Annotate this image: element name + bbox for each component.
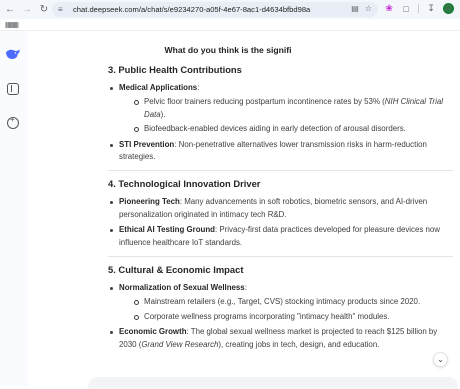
- bookmarks-bar: ▦▦: [0, 19, 460, 31]
- section-list: Normalization of Sexual Wellness: Mainst…: [108, 282, 453, 351]
- list-item: STI Prevention: Non-penetrative alternat…: [108, 139, 453, 164]
- profile-initial: R: [445, 3, 452, 14]
- section-list: Medical Applications: Pelvic floor train…: [108, 82, 453, 163]
- translate-icon[interactable]: ▤: [351, 4, 359, 13]
- sub-list-item: Biofeedback-enabled devices aiding in ea…: [119, 123, 453, 135]
- chevron-down-icon: ⌄: [437, 355, 444, 364]
- left-sidebar-rail: [0, 31, 28, 386]
- chat-input-box[interactable]: [88, 377, 458, 389]
- browser-toolbar: ← → ↻ ≡ chat.deepseek.com/a/chat/s/e9234…: [0, 0, 460, 19]
- item-label: Economic Growth: [119, 327, 187, 337]
- deepseek-whale-logo[interactable]: [5, 48, 21, 60]
- chat-main: What do you think is the signifi 3. Publ…: [28, 31, 460, 389]
- sub-list-item: Corporate wellness programs incorporatin…: [119, 311, 453, 323]
- section-divider: [108, 170, 453, 172]
- site-info-icon[interactable]: ≡: [58, 5, 70, 14]
- apps-grid-icon[interactable]: ▦▦: [5, 20, 19, 29]
- profile-avatar[interactable]: R: [443, 3, 454, 14]
- item-label: Pioneering Tech: [119, 197, 180, 207]
- section-heading: 4. Technological Innovation Driver: [108, 178, 261, 190]
- address-bar[interactable]: ≡ chat.deepseek.com/a/chat/s/e9234270-a0…: [52, 2, 378, 17]
- back-arrow-icon[interactable]: ←: [3, 3, 17, 17]
- tab-search-icon[interactable]: □: [401, 4, 411, 14]
- item-text: Corporate wellness programs incorporatin…: [144, 311, 390, 321]
- list-item: Medical Applications: Pelvic floor train…: [108, 82, 453, 136]
- item-colon: :: [244, 283, 247, 293]
- sub-list: Mainstream retailers (e.g., Target, CVS)…: [119, 296, 453, 323]
- scroll-to-bottom-button[interactable]: ⌄: [433, 352, 448, 367]
- chat-title: What do you think is the signifi: [164, 45, 292, 55]
- separator: [418, 4, 419, 13]
- new-chat-icon[interactable]: [7, 115, 19, 129]
- item-label: Normalization of Sexual Wellness: [119, 283, 245, 293]
- star-icon[interactable]: ☆: [365, 4, 372, 13]
- item-text: Mainstream retailers (e.g., Target, CVS)…: [144, 297, 421, 307]
- item-label: Medical Applications: [119, 83, 198, 92]
- list-item: Economic Growth: The global sexual welln…: [108, 326, 453, 351]
- item-label: Ethical AI Testing Ground: [119, 225, 216, 235]
- list-item: Normalization of Sexual Wellness: Mainst…: [108, 282, 453, 323]
- section-list: Pioneering Tech: Many advancements in so…: [108, 196, 453, 249]
- url-text[interactable]: chat.deepseek.com/a/chat/s/e9234270-a05f…: [73, 5, 310, 14]
- download-icon[interactable]: ↧: [426, 3, 436, 14]
- item-text: Biofeedback-enabled devices aiding in ea…: [144, 124, 406, 134]
- sub-list: Pelvic floor trainers reducing postpartu…: [119, 96, 453, 135]
- reload-icon[interactable]: ↻: [37, 3, 51, 17]
- list-item: Ethical AI Testing Ground: Privacy-first…: [108, 224, 453, 249]
- section-heading: 3. Public Health Contributions: [108, 64, 242, 75]
- item-colon: :: [197, 83, 200, 92]
- assistant-message: 3. Public Health Contributions Medical A…: [108, 63, 453, 354]
- sub-list-item: Pelvic floor trainers reducing postpartu…: [119, 96, 453, 121]
- sidebar-toggle-icon[interactable]: [7, 83, 19, 95]
- item-label: STI Prevention: [119, 139, 175, 149]
- list-item: Pioneering Tech: Many advancements in so…: [108, 196, 453, 221]
- citation: Grand View Research: [141, 339, 219, 349]
- section-divider: [108, 256, 453, 258]
- forward-arrow-icon[interactable]: →: [20, 3, 34, 17]
- sub-list-item: Mainstream retailers (e.g., Target, CVS)…: [119, 296, 453, 308]
- item-text: Pelvic floor trainers reducing postpartu…: [144, 97, 385, 107]
- item-text-end: ), creating jobs in tech, design, and ed…: [218, 339, 380, 349]
- extension-icon[interactable]: ❀: [384, 3, 394, 14]
- section-heading: 5. Cultural & Economic Impact: [108, 264, 244, 276]
- item-text-end: ).: [160, 109, 166, 119]
